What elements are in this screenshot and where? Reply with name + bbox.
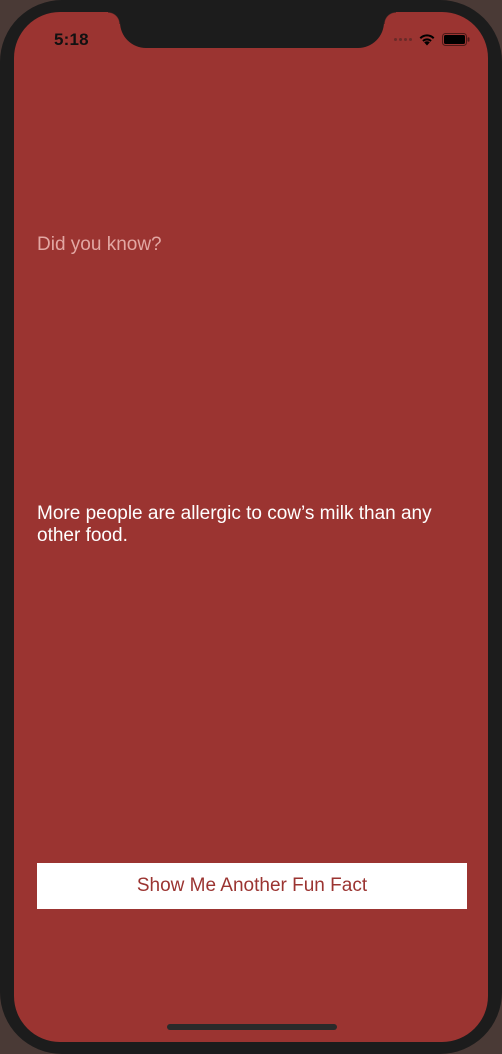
phone-frame: 5:18 Did you know? More people are aller… — [0, 0, 502, 1054]
status-icons — [394, 32, 470, 46]
did-you-know-label: Did you know? — [37, 234, 162, 255]
app-screen: 5:18 Did you know? More people are aller… — [14, 12, 488, 1042]
device-notch — [108, 12, 396, 48]
home-indicator[interactable] — [167, 1024, 337, 1030]
battery-icon — [442, 32, 470, 46]
signal-dots-icon — [394, 37, 412, 41]
show-another-fact-button[interactable]: Show Me Another Fun Fact — [37, 863, 467, 909]
fun-fact-text: More people are allergic to cow’s milk t… — [37, 503, 432, 546]
wifi-icon — [418, 33, 436, 46]
status-time: 5:18 — [54, 30, 89, 49]
